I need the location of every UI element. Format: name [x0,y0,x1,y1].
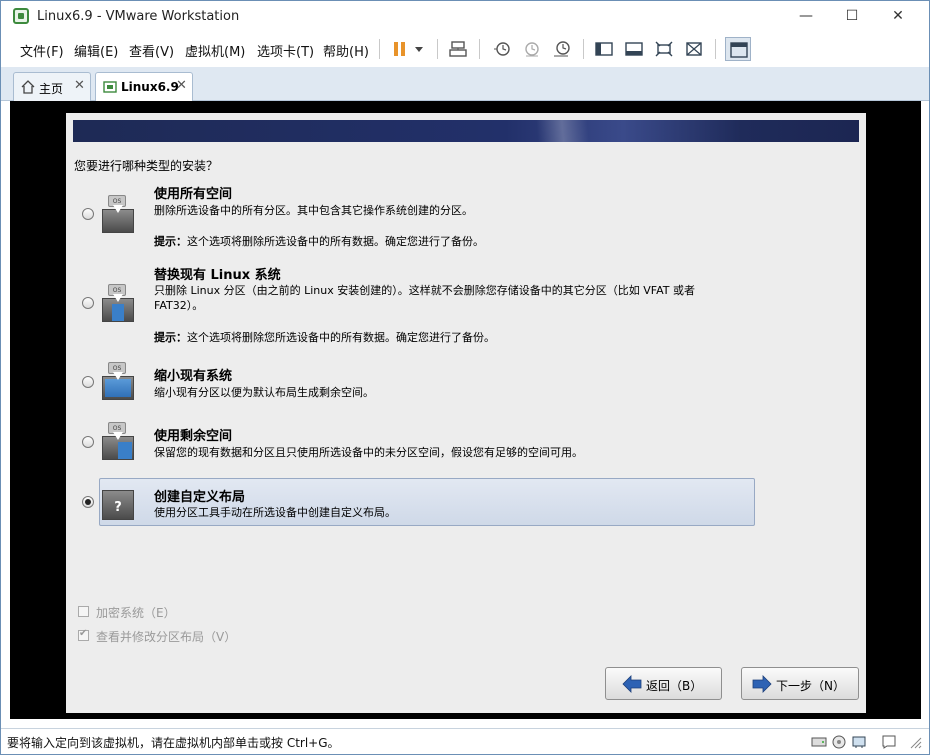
sidebar-icon [595,42,613,56]
minimize-button[interactable]: — [783,1,829,31]
close-button[interactable]: ✕ [875,1,921,31]
option-hint: 提示：这个选项将删除您所选设备中的所有数据。确定您进行了备份。 [154,331,495,344]
clock-manager-icon [554,41,570,57]
menu-view[interactable]: 查看(V) [129,41,174,60]
show-library-button[interactable] [591,37,617,61]
disk-icon: OS [102,284,134,324]
radio-use-all-space[interactable] [82,208,94,220]
radio-shrink-system[interactable] [82,376,94,388]
message-log-icon [882,735,896,749]
vmware-app-icon [13,8,29,24]
pause-icon [394,42,405,56]
radio-custom-layout[interactable] [82,496,94,508]
resize-grip-icon [910,737,922,749]
vm-display[interactable]: 您要进行哪种类型的安装？ OS 使用所有空间 删除所选设备中的所有分区。其中包含… [10,101,921,719]
network-device-icon [449,41,467,57]
review-layout-checkbox[interactable] [78,628,89,641]
tab-home-close-icon[interactable]: ✕ [74,78,85,93]
thumbnail-icon [625,42,643,56]
toolbar-separator [479,39,480,59]
installer-screen: 您要进行哪种类型的安装？ OS 使用所有空间 删除所选设备中的所有分区。其中包含… [66,113,866,713]
menu-file[interactable]: 文件(F) [20,41,64,60]
option-desc: 使用分区工具手动在所选设备中创建自定义布局。 [154,506,396,519]
home-icon [21,80,35,94]
back-button[interactable]: 返回（B） [605,667,722,700]
vm-tab-icon [103,81,117,93]
arrow-left-icon [622,675,642,693]
status-bar: 要将输入定向到该虚拟机，请在虚拟机内部单击或按 Ctrl+G。 [1,728,929,754]
option-desc: 保留您的现有数据和分区且只使用所选设备中的未分区空间，假设您有足够的空间可用。 [154,446,583,459]
option-desc: 缩小现有分区以便为默认布局生成剩余空间。 [154,386,374,399]
tab-home[interactable]: 主页 ✕ [13,72,91,101]
title-bar: Linux6.9 - VMware Workstation — ☐ ✕ [1,1,929,33]
tab-linux69-close-icon[interactable]: ✕ [176,78,187,93]
unity-button[interactable] [681,37,707,61]
disk-icon: ? [102,482,134,522]
send-ctrl-alt-del-button[interactable] [445,37,471,61]
thumbnail-bar-button[interactable] [621,37,647,61]
disk-icon: OS [102,362,134,402]
disk-icon: OS [102,422,134,462]
option-title: 创建自定义布局 [154,490,246,505]
option-title: 替换现有 Linux 系统 [154,268,281,283]
snapshot-manager-button[interactable] [549,37,575,61]
menu-vm[interactable]: 虚拟机(M) [185,41,245,60]
menu-help[interactable]: 帮助(H) [323,41,369,60]
clock-revert-icon [525,42,539,57]
console-view-button[interactable] [725,37,751,61]
disk-icon: OS [102,195,134,235]
revert-snapshot-button[interactable] [519,37,545,61]
full-screen-button[interactable] [651,37,677,61]
option-title: 使用剩余空间 [154,429,233,444]
menu-edit[interactable]: 编辑(E) [74,41,118,60]
encrypt-system-checkbox[interactable] [78,606,89,617]
option-desc: 删除所选设备中的所有分区。其中包含其它操作系统创建的分区。 [154,204,473,217]
full-screen-icon [655,41,673,57]
radio-replace-linux[interactable] [82,297,94,309]
tab-linux69[interactable]: Linux6.9 ✕ [95,72,193,102]
maximize-button[interactable]: ☐ [829,1,875,31]
next-button-label: 下一步（N） [776,679,845,693]
vmware-window: Linux6.9 - VMware Workstation — ☐ ✕ 文件(F… [0,0,930,755]
back-button-label: 返回（B） [646,679,703,693]
cd-drive-icon [832,735,846,749]
radio-use-free-space[interactable] [82,436,94,448]
snapshot-button[interactable] [489,37,515,61]
clock-snapshot-icon [494,42,510,56]
tab-home-label: 主页 [39,82,64,96]
arrow-right-icon [752,675,772,693]
next-button[interactable]: 下一步（N） [741,667,859,700]
toolbar-separator [379,39,380,59]
option-desc: 只删除 Linux 分区（由之前的 Linux 安装创建的）。这样就不会删除您存… [154,284,695,312]
power-dropdown-button[interactable] [409,37,435,61]
status-text: 要将输入定向到该虚拟机，请在虚拟机内部单击或按 Ctrl+G。 [7,736,340,750]
unity-icon [686,42,702,56]
review-layout-label: 查看并修改分区布局（V） [96,630,237,644]
tab-bar: 主页 ✕ Linux6.9 ✕ [1,67,929,102]
toolbar-separator [583,39,584,59]
console-view-icon [730,42,748,58]
hard-disk-icon [811,737,827,747]
toolbar-separator [715,39,716,59]
encrypt-system-label: 加密系统（E） [96,606,176,620]
window-title: Linux6.9 - VMware Workstation [37,9,240,24]
tab-linux69-label: Linux6.9 [121,80,179,94]
option-title: 缩小现有系统 [154,369,233,384]
installer-banner [73,120,859,142]
chevron-down-icon [415,47,423,52]
network-adapter-icon [852,736,866,748]
option-hint: 提示：这个选项将删除所选设备中的所有数据。确定您进行了备份。 [154,235,484,248]
option-title: 使用所有空间 [154,187,233,202]
menu-tabs[interactable]: 选项卡(T) [257,41,314,60]
toolbar-separator [437,39,438,59]
install-type-question: 您要进行哪种类型的安装？ [74,159,219,173]
menu-bar: 文件(F) 编辑(E) 查看(V) 虚拟机(M) 选项卡(T) 帮助(H) [1,33,929,65]
